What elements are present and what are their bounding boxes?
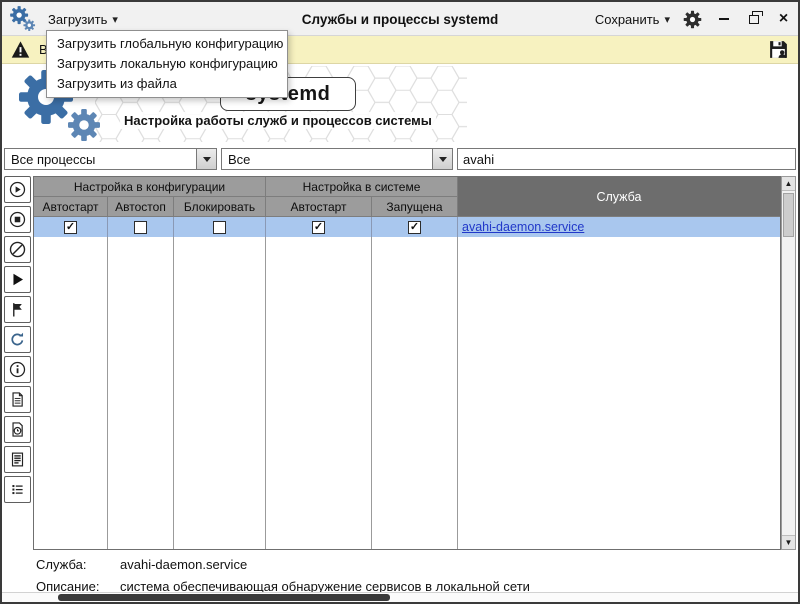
document-icon — [9, 391, 26, 408]
table-row-cell: avahi-daemon.service — [458, 217, 780, 237]
checkbox-config-autostart[interactable]: ✓ — [64, 221, 77, 234]
main-area: Настройка в конфигурации Настройка в сис… — [2, 174, 798, 552]
checkbox-config-block[interactable] — [213, 221, 226, 234]
checkbox-system-running[interactable]: ✓ — [408, 221, 421, 234]
run-service-button[interactable] — [4, 176, 31, 203]
service-value: avahi-daemon.service — [120, 557, 247, 573]
run-icon — [9, 181, 26, 198]
menu-item-load-global[interactable]: Загрузить глобальную конфигурацию — [47, 34, 287, 54]
load-menu-label: Загрузить — [48, 12, 107, 27]
column-header-autostart-config: Автостарт — [34, 197, 108, 217]
process-filter-combobox[interactable]: Все процессы — [4, 148, 217, 170]
search-input[interactable] — [457, 148, 796, 170]
column-header-autostop: Автостоп — [108, 197, 174, 217]
menu-item-load-from-file[interactable]: Загрузить из файла — [47, 74, 287, 94]
stop-service-button[interactable] — [4, 206, 31, 233]
refresh-icon — [9, 331, 26, 348]
column-header-service: Служба — [458, 177, 780, 217]
load-dropdown-menu: Загрузить глобальную конфигурацию Загруз… — [46, 30, 288, 98]
list-icon — [9, 481, 26, 498]
units-list-button[interactable] — [4, 476, 31, 503]
group-header-system: Настройка в системе — [266, 177, 458, 197]
horizontal-scrollbar[interactable] — [2, 592, 798, 602]
report-button[interactable] — [4, 446, 31, 473]
status-filter-combobox[interactable]: Все — [221, 148, 453, 170]
service-label: Служба: — [36, 557, 120, 573]
scroll-down-button[interactable]: ▼ — [782, 535, 795, 549]
banner-subtitle: Настройка работы служб и процессов систе… — [120, 112, 436, 129]
service-link[interactable]: avahi-daemon.service — [462, 220, 584, 234]
menu-item-load-local[interactable]: Загрузить локальную конфигурацию — [47, 54, 287, 74]
save-menu-label: Сохранить — [595, 12, 660, 27]
document-button[interactable] — [4, 386, 31, 413]
settings-gear-icon[interactable] — [683, 10, 702, 29]
status-area: Служба: avahi-daemon.service Описание: с… — [2, 552, 798, 592]
app-window: Загрузить ▾ Службы и процессы systemd Со… — [0, 0, 800, 604]
document-timer-button[interactable] — [4, 416, 31, 443]
maximize-button[interactable] — [745, 9, 762, 29]
column-header-block: Блокировать — [174, 197, 266, 217]
chevron-down-icon — [439, 157, 447, 162]
process-filter-value: Все процессы — [5, 152, 196, 167]
services-table: Настройка в конфигурации Настройка в сис… — [33, 176, 781, 550]
column-header-autostart-system: Автостарт — [266, 197, 372, 217]
checkbox-config-autostop[interactable] — [134, 221, 147, 234]
refresh-button[interactable] — [4, 326, 31, 353]
table-body-filler — [372, 237, 458, 549]
left-toolbar — [4, 176, 32, 503]
maximize-icon — [749, 15, 759, 24]
start-icon — [9, 271, 26, 288]
start-button[interactable] — [4, 266, 31, 293]
group-header-config: Настройка в конфигурации — [34, 177, 266, 197]
checkbox-system-autostart[interactable]: ✓ — [312, 221, 325, 234]
chevron-down-icon: ▾ — [112, 13, 118, 26]
table-row-cell: ✓ — [34, 217, 108, 237]
table-row-cell — [108, 217, 174, 237]
close-icon: × — [779, 11, 788, 27]
close-button[interactable]: × — [775, 9, 792, 29]
save-user-config-icon[interactable] — [768, 39, 789, 60]
warning-icon — [11, 40, 30, 59]
chevron-down-icon — [203, 157, 211, 162]
vertical-scrollbar[interactable]: ▲ ▼ — [781, 176, 796, 550]
status-filter-value: Все — [222, 152, 432, 167]
horizontal-scrollbar-thumb[interactable] — [58, 594, 390, 601]
filter-row: Все процессы Все — [2, 143, 798, 174]
scroll-up-button[interactable]: ▲ — [782, 177, 795, 191]
table-row-cell: ✓ — [266, 217, 372, 237]
info-button[interactable] — [4, 356, 31, 383]
table-body-filler — [34, 237, 108, 549]
process-filter-dropdown-button[interactable] — [196, 149, 216, 169]
status-filter-dropdown-button[interactable] — [432, 149, 452, 169]
scrollbar-thumb[interactable] — [783, 193, 794, 237]
cancel-button[interactable] — [4, 236, 31, 263]
info-icon — [9, 361, 26, 378]
finish-flag-icon — [9, 301, 26, 318]
table-row-cell: ✓ — [372, 217, 458, 237]
document-clock-icon — [9, 421, 26, 438]
minimize-button[interactable] — [715, 9, 732, 29]
table-body-filler — [266, 237, 372, 549]
column-header-running: Запущена — [372, 197, 458, 217]
cancel-icon — [9, 241, 26, 258]
stop-icon — [9, 211, 26, 228]
app-gears-icon — [9, 5, 36, 32]
table-body-filler — [174, 237, 266, 549]
finish-button[interactable] — [4, 296, 31, 323]
table-row-cell — [174, 217, 266, 237]
chevron-down-icon: ▾ — [664, 13, 670, 26]
save-menu-button[interactable]: Сохранить ▾ — [595, 2, 670, 36]
table-body-filler — [458, 237, 780, 549]
minimize-icon — [719, 18, 729, 20]
table-body-filler — [108, 237, 174, 549]
report-icon — [9, 451, 26, 468]
